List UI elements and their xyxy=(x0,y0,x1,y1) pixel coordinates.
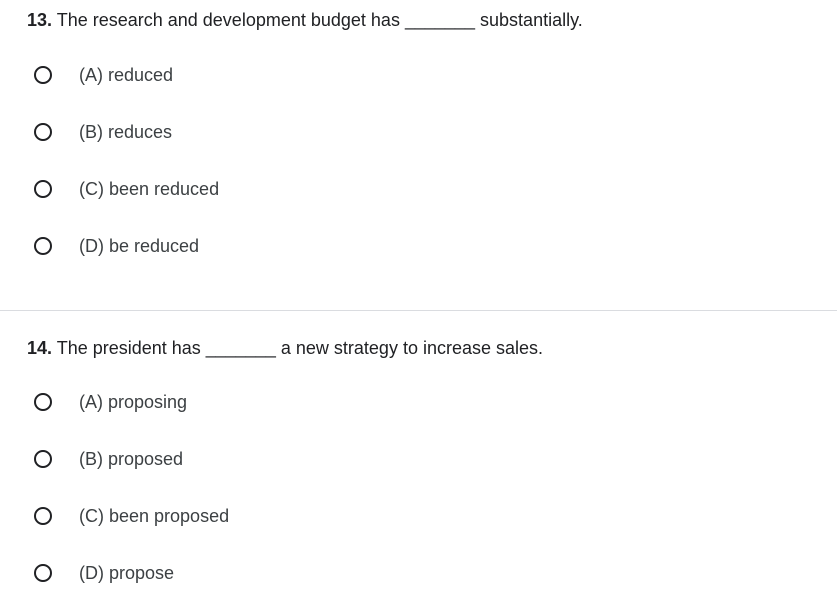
option-label: (C) been reduced xyxy=(79,179,220,199)
radio-button-icon[interactable] xyxy=(34,180,52,198)
radio-button-icon[interactable] xyxy=(34,123,52,141)
question-text: 14. The president has _______ a new stra… xyxy=(27,337,543,359)
option-label: (B) proposed xyxy=(79,449,184,469)
question-stem-after: a new strategy to increase sales. xyxy=(275,338,544,358)
answer-options: (A) proposing (B) proposed (C) been prop… xyxy=(0,374,837,602)
radio-button-icon[interactable] xyxy=(34,564,52,582)
option-a[interactable]: (A) proposing xyxy=(0,374,837,431)
radio-button-icon[interactable] xyxy=(34,393,52,411)
question-stem-after: substantially. xyxy=(475,10,583,30)
question-number: 13. xyxy=(27,10,53,30)
radio-button-icon[interactable] xyxy=(34,450,52,468)
answer-options: (A) reduced (B) reduces (C) been reduced… xyxy=(0,47,837,275)
radio-button-icon[interactable] xyxy=(34,237,52,255)
option-b[interactable]: (B) proposed xyxy=(0,431,837,488)
question-14: 14. The president has _______ a new stra… xyxy=(0,311,837,603)
option-label: (C) been proposed xyxy=(79,506,230,526)
question-text: 13. The research and development budget … xyxy=(27,9,583,31)
option-label: (B) reduces xyxy=(79,122,173,142)
option-a[interactable]: (A) reduced xyxy=(0,47,837,104)
option-d[interactable]: (D) be reduced xyxy=(0,218,837,275)
option-label: (D) propose xyxy=(79,563,175,583)
option-label: (A) reduced xyxy=(79,65,174,85)
radio-button-icon[interactable] xyxy=(34,507,52,525)
option-b[interactable]: (B) reduces xyxy=(0,104,837,161)
question-stem-before: The president has xyxy=(52,338,206,358)
option-c[interactable]: (C) been proposed xyxy=(0,488,837,545)
question-13: 13. The research and development budget … xyxy=(0,0,837,310)
question-blank: _______ xyxy=(205,338,276,358)
question-stem-before: The research and development budget has xyxy=(52,10,405,30)
question-blank: _______ xyxy=(404,10,476,30)
question-number: 14. xyxy=(27,338,53,358)
option-c[interactable]: (C) been reduced xyxy=(0,161,837,218)
option-label: (A) proposing xyxy=(79,392,188,412)
radio-button-icon[interactable] xyxy=(34,66,52,84)
option-d[interactable]: (D) propose xyxy=(0,545,837,602)
option-label: (D) be reduced xyxy=(79,236,200,256)
